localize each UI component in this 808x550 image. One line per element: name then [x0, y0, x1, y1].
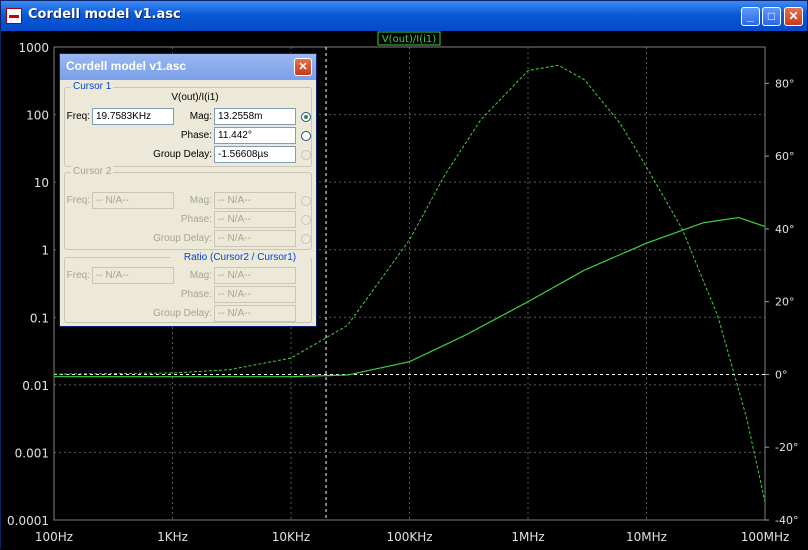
y-left-tick-label: 0.1 [30, 311, 49, 325]
y-left-tick-label: 0.01 [22, 379, 49, 393]
y-left-tick-label: 100 [26, 109, 49, 123]
cursor2-phase-label: Phase: [180, 214, 212, 225]
y-left-tick-label: 0.0001 [7, 514, 49, 528]
ratio-freq-field[interactable]: -- N/A-- [92, 267, 174, 284]
y-left-tick-label: 1000 [18, 41, 49, 55]
cursor2-mag-label: Mag: [189, 195, 212, 206]
x-tick-label: 1MHz [511, 530, 544, 544]
ratio-group-delay-label: Group Delay: [153, 308, 212, 319]
cursor2-freq-label: Freq: [66, 195, 90, 206]
ratio-group-label: Ratio (Cursor2 / Cursor1) [170, 252, 310, 263]
cursor2-mag-radio[interactable] [301, 196, 311, 206]
cursor1-mag-radio[interactable] [301, 112, 311, 122]
x-tick-label: 1KHz [157, 530, 188, 544]
ratio-mag-label: Mag: [189, 270, 212, 281]
cursor2-phase-field[interactable]: -- N/A-- [214, 211, 296, 228]
cursor1-group-delay-label: Group Delay: [153, 149, 212, 160]
cursor1-freq-field[interactable]: 19.7583KHz [92, 108, 174, 125]
ratio-phase-label: Phase: [180, 289, 212, 300]
ltspice-app-icon[interactable] [6, 8, 22, 24]
y-right-tick-label: 0° [775, 368, 788, 381]
title-bar[interactable]: Cordell model v1.asc _ □ ✕ [1, 1, 807, 31]
x-tick-label: 10KHz [272, 530, 310, 544]
cursor2-group-delay-label: Group Delay: [153, 233, 212, 244]
ratio-freq-label: Freq: [66, 270, 90, 281]
cursor-dialog[interactable]: Cordell model v1.asc ✕ Cursor 1 V(out)/I… [59, 53, 317, 327]
cursor1-group-delay-radio[interactable] [301, 150, 311, 160]
x-tick-label: 100KHz [386, 530, 432, 544]
cursor1-group-label: Cursor 1 [71, 81, 114, 92]
maximize-button[interactable]: □ [762, 7, 781, 26]
cursor2-mag-field[interactable]: -- N/A-- [214, 192, 296, 209]
close-button[interactable]: ✕ [784, 7, 803, 26]
trace-label[interactable]: V(out)/I(i1) [382, 34, 436, 45]
cursor1-phase-label: Phase: [180, 130, 212, 141]
cursor-dialog-title-bar[interactable]: Cordell model v1.asc ✕ [60, 54, 316, 80]
cursor1-freq-label: Freq: [66, 111, 90, 122]
y-left-tick-label: 1 [41, 244, 49, 258]
ratio-group-delay-field[interactable]: -- N/A-- [214, 305, 296, 322]
y-right-tick-label: 20° [775, 296, 795, 309]
y-right-tick-label: -40° [775, 514, 798, 527]
x-tick-label: 10MHz [626, 530, 667, 544]
y-right-tick-label: 60° [775, 150, 795, 163]
app-window: Cordell model v1.asc _ □ ✕ 1000 100 10 1 0.1… [0, 0, 808, 550]
cursor-dialog-close-button[interactable]: ✕ [294, 58, 312, 76]
cursor1-phase-radio[interactable] [301, 131, 311, 141]
cursor2-group-delay-field[interactable]: -- N/A-- [214, 230, 296, 247]
cursor1-mag-label: Mag: [189, 111, 212, 122]
y-left-tick-label: 10 [34, 176, 49, 190]
x-tick-label: 100MHz [741, 530, 790, 544]
y-right-tick-label: -20° [775, 441, 798, 454]
window-title: Cordell model v1.asc [28, 7, 181, 22]
cursor2-phase-radio[interactable] [301, 215, 311, 225]
cursor1-group-delay-field[interactable]: -1.56608µs [214, 146, 296, 163]
cursor2-group-delay-radio[interactable] [301, 234, 311, 244]
x-tick-label: 100Hz [35, 530, 73, 544]
cursor-dialog-title: Cordell model v1.asc [66, 59, 187, 73]
ratio-mag-field[interactable]: -- N/A-- [214, 267, 296, 284]
cursor2-freq-field[interactable]: -- N/A-- [92, 192, 174, 209]
cursor1-trace-name: V(out)/I(i1) [171, 92, 219, 103]
y-left-tick-label: 0.001 [15, 446, 49, 460]
cursor1-mag-field[interactable]: 13.2558m [214, 108, 296, 125]
cursor2-group-label: Cursor 2 [71, 166, 114, 177]
minimize-button[interactable]: _ [741, 7, 760, 26]
y-right-tick-label: 80° [775, 77, 795, 90]
cursor1-phase-field[interactable]: 11.442° [214, 127, 296, 144]
ratio-phase-field[interactable]: -- N/A-- [214, 286, 296, 303]
y-right-tick-label: 40° [775, 223, 795, 236]
